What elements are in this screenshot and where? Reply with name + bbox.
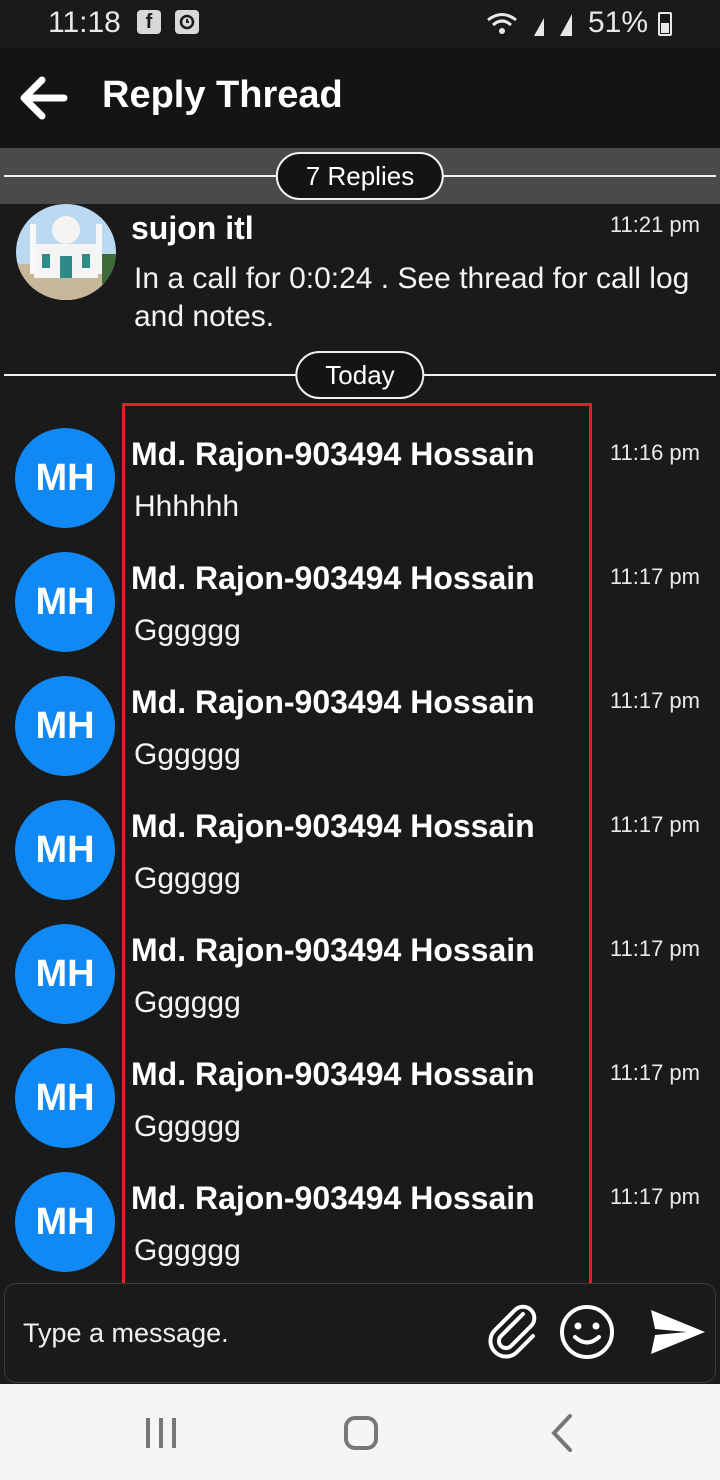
avatar[interactable]: MH bbox=[15, 924, 115, 1024]
message-time: 11:17 pm bbox=[609, 564, 700, 589]
message-text: Gggggg bbox=[134, 1110, 241, 1143]
message-text: Gggggg bbox=[134, 738, 241, 771]
message-time: 11:17 pm bbox=[609, 688, 700, 713]
battery-percent: 51% bbox=[587, 6, 648, 39]
status-time: 11:18 bbox=[48, 6, 121, 39]
message-time: 11:17 pm bbox=[609, 812, 700, 837]
list-item[interactable]: MH Md. Rajon-903494 Hossain 11:17 pm Ggg… bbox=[0, 924, 720, 1048]
alarm-icon bbox=[175, 10, 199, 34]
home-icon[interactable] bbox=[338, 1410, 384, 1456]
system-nav-bar bbox=[0, 1384, 720, 1480]
sender-name: Md. Rajon-903494 Hossain bbox=[131, 436, 535, 472]
sender-name: Md. Rajon-903494 Hossain bbox=[131, 684, 535, 720]
avatar[interactable]: MH bbox=[15, 1172, 115, 1272]
message-input[interactable] bbox=[23, 1310, 463, 1356]
signal-wifi-icon bbox=[487, 13, 572, 36]
back-chevron-icon[interactable] bbox=[540, 1410, 586, 1456]
avatar[interactable]: MH bbox=[15, 428, 115, 528]
status-bar: 11:18 f 51% bbox=[0, 0, 720, 48]
paperclip-icon[interactable] bbox=[483, 1302, 543, 1362]
avatar[interactable]: MH bbox=[15, 676, 115, 776]
message-text: Gggggg bbox=[134, 614, 241, 647]
message-text: Gggggg bbox=[134, 1234, 241, 1267]
smiley-icon[interactable] bbox=[557, 1302, 617, 1362]
message-text: In a call for 0:0:24 . See thread for ca… bbox=[134, 262, 690, 333]
avatar[interactable]: MH bbox=[15, 552, 115, 652]
message-time: 11:17 pm bbox=[609, 936, 700, 961]
message-time: 11:16 pm bbox=[609, 440, 700, 465]
battery-icon bbox=[658, 12, 672, 36]
list-item[interactable]: MH Md. Rajon-903494 Hossain 11:17 pm Ggg… bbox=[0, 552, 720, 676]
message-text: Gggggg bbox=[134, 986, 241, 1019]
avatar[interactable]: MH bbox=[15, 1048, 115, 1148]
sender-name: Md. Rajon-903494 Hossain bbox=[131, 1180, 535, 1216]
avatar[interactable] bbox=[16, 204, 116, 300]
sender-name: sujon itl bbox=[131, 210, 254, 246]
parent-message[interactable]: sujon itl 11:21 pm In a call for 0:0:24 … bbox=[0, 204, 720, 350]
send-icon[interactable] bbox=[647, 1302, 707, 1362]
message-text: Gggggg bbox=[134, 862, 241, 895]
date-badge: Today bbox=[295, 351, 425, 399]
replies-count-badge: 7 Replies bbox=[275, 152, 445, 200]
facebook-icon: f bbox=[137, 10, 161, 34]
list-item[interactable]: MH Md. Rajon-903494 Hossain 11:17 pm Ggg… bbox=[0, 800, 720, 924]
date-divider: Today bbox=[0, 347, 720, 403]
message-time: 11:21 pm bbox=[609, 212, 700, 237]
sender-name: Md. Rajon-903494 Hossain bbox=[131, 808, 535, 844]
app-bar: Reply Thread bbox=[0, 48, 720, 148]
sender-name: Md. Rajon-903494 Hossain bbox=[131, 932, 535, 968]
avatar[interactable]: MH bbox=[15, 800, 115, 900]
list-item[interactable]: MH Md. Rajon-903494 Hossain 11:17 pm Ggg… bbox=[0, 1172, 720, 1296]
replies-divider: 7 Replies bbox=[0, 148, 720, 204]
sender-name: Md. Rajon-903494 Hossain bbox=[131, 560, 535, 596]
message-time: 11:17 pm bbox=[609, 1184, 700, 1209]
sender-name: Md. Rajon-903494 Hossain bbox=[131, 1056, 535, 1092]
message-text: Hhhhhh bbox=[134, 490, 240, 523]
list-item[interactable]: MH Md. Rajon-903494 Hossain 11:16 pm Hhh… bbox=[0, 428, 720, 552]
message-time: 11:17 pm bbox=[609, 1060, 700, 1085]
back-arrow-icon[interactable] bbox=[16, 72, 72, 124]
message-composer bbox=[4, 1283, 716, 1383]
list-item[interactable]: MH Md. Rajon-903494 Hossain 11:17 pm Ggg… bbox=[0, 676, 720, 800]
page-title: Reply Thread bbox=[102, 74, 343, 116]
recents-icon[interactable] bbox=[138, 1410, 184, 1456]
list-item[interactable]: MH Md. Rajon-903494 Hossain 11:17 pm Ggg… bbox=[0, 1048, 720, 1172]
